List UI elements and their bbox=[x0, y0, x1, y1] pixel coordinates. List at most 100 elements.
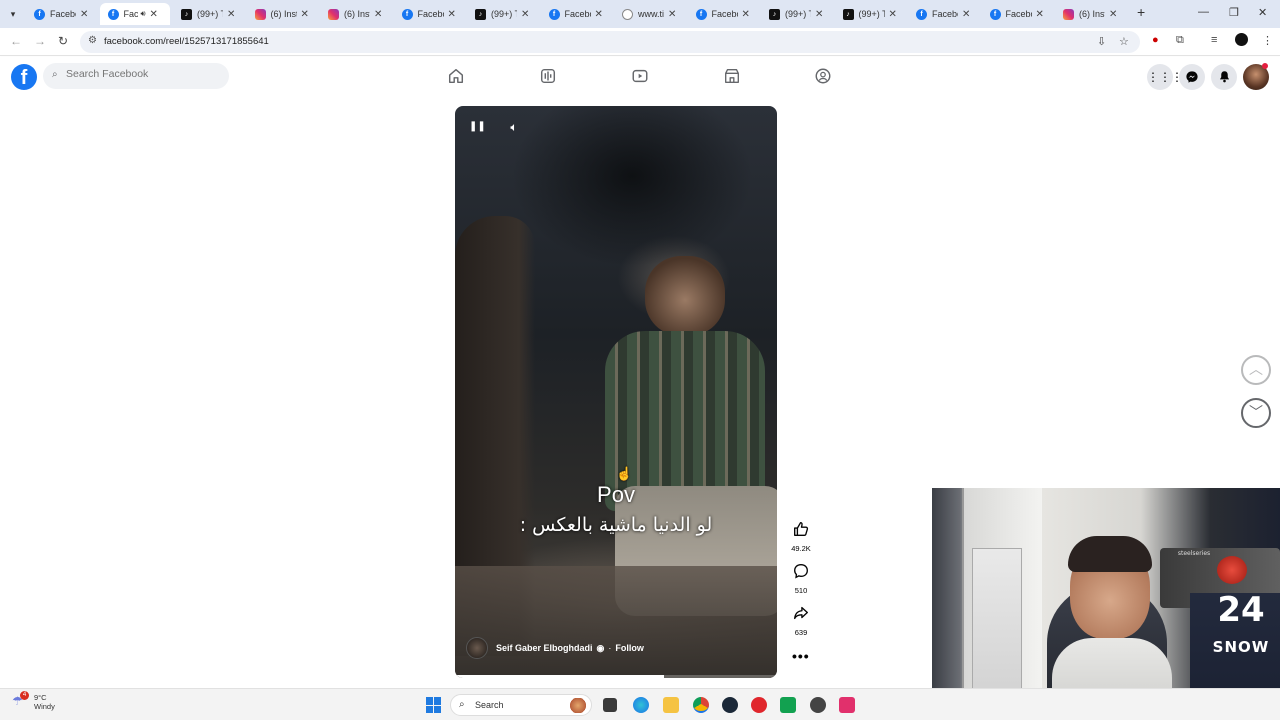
close-tab-icon[interactable]: ✕ bbox=[1109, 9, 1117, 20]
close-tab-icon[interactable]: ✕ bbox=[668, 9, 676, 20]
tab-search-icon[interactable]: ▾ bbox=[5, 6, 21, 22]
notifications-icon[interactable] bbox=[1211, 64, 1237, 90]
like-count: 49.2K bbox=[791, 544, 811, 553]
home-icon[interactable] bbox=[447, 67, 465, 85]
facebook-search[interactable]: ⌕ bbox=[43, 63, 229, 89]
close-tab-icon[interactable]: ✕ bbox=[227, 9, 235, 20]
weather-icon: ☂ 4 bbox=[12, 691, 29, 710]
file-explorer-icon[interactable] bbox=[663, 697, 679, 713]
forward-icon[interactable]: → bbox=[34, 34, 46, 48]
taskbar-search[interactable]: ⌕ Search bbox=[450, 694, 592, 716]
browser-tab[interactable]: (6) Instagram ✕ bbox=[247, 3, 317, 25]
pause-icon[interactable]: ❚❚ bbox=[469, 120, 486, 134]
pink-app-icon[interactable] bbox=[839, 697, 855, 713]
new-tab-button[interactable]: + bbox=[1137, 4, 1145, 20]
chrome-profile-icon[interactable] bbox=[1235, 33, 1248, 46]
tab-audio-icon[interactable]: 🔊︎ bbox=[141, 9, 146, 19]
close-tab-icon[interactable]: ✕ bbox=[150, 9, 158, 20]
address-bar[interactable]: ⚙ facebook.com/reel/1525713171855641 ⇩ ☆ bbox=[80, 31, 1140, 53]
task-view-icon[interactable] bbox=[603, 698, 617, 712]
facebook-logo[interactable]: f bbox=[11, 64, 37, 90]
bookmark-star-icon[interactable]: ☆ bbox=[1119, 35, 1129, 48]
author-name[interactable]: Seif Gaber Elboghdadi bbox=[496, 643, 593, 653]
browser-tab[interactable]: f Facebook ✕ bbox=[908, 3, 978, 25]
close-tab-icon[interactable]: ✕ bbox=[301, 9, 309, 20]
media-controls-icon[interactable]: ≡ bbox=[1211, 34, 1217, 46]
reload-icon[interactable]: ↻ bbox=[58, 34, 68, 48]
edge-icon[interactable] bbox=[633, 697, 649, 713]
close-tab-icon[interactable]: ✕ bbox=[1036, 9, 1044, 20]
chrome-icon[interactable] bbox=[693, 697, 709, 713]
browser-tab[interactable]: ♪ (99+) TikTok ✕ bbox=[835, 3, 905, 25]
like-button[interactable]: 49.2K bbox=[787, 520, 815, 553]
follow-button[interactable]: Follow bbox=[615, 643, 644, 653]
windows-start-icon[interactable] bbox=[426, 697, 442, 713]
reel-progress-bar[interactable] bbox=[455, 675, 777, 678]
green-app-icon[interactable] bbox=[780, 697, 796, 713]
extensions-puzzle-icon[interactable]: ⧉ bbox=[1176, 34, 1184, 47]
extension-icon[interactable]: ● bbox=[1152, 34, 1159, 46]
browser-tab[interactable]: ♪ (99+) TikTok ✕ bbox=[467, 3, 537, 25]
install-app-icon[interactable]: ⇩ bbox=[1097, 35, 1106, 48]
reel-author: Seif Gaber Elboghdadi ◉ · Follow bbox=[466, 636, 644, 660]
obs-icon[interactable] bbox=[810, 697, 826, 713]
minimize-icon[interactable]: — bbox=[1198, 6, 1209, 18]
browser-tab[interactable]: f Facebook ✕ bbox=[26, 3, 96, 25]
browser-toolbar: ← → ↻ ⚙ facebook.com/reel/15257131718556… bbox=[0, 28, 1280, 56]
globe-icon: ◉ bbox=[596, 642, 605, 653]
globe-icon bbox=[622, 8, 633, 20]
volume-icon[interactable]: 🔈︎ bbox=[507, 120, 521, 134]
messenger-icon[interactable] bbox=[1179, 64, 1205, 90]
tab-title: (99+) TikTok bbox=[858, 9, 885, 19]
media-app-icon[interactable] bbox=[751, 697, 767, 713]
more-options-icon[interactable]: ••• bbox=[792, 648, 810, 664]
site-info-icon[interactable]: ⚙ bbox=[88, 35, 97, 46]
browser-tab[interactable]: ♪ (99+) TikTok ✕ bbox=[173, 3, 243, 25]
steam-icon[interactable] bbox=[722, 697, 738, 713]
browser-tab[interactable]: (6) Instagram ✕ bbox=[320, 3, 390, 25]
tiktok-icon: ♪ bbox=[475, 8, 486, 20]
chrome-menu-icon[interactable]: ⋮ bbox=[1262, 34, 1273, 47]
url-text[interactable]: facebook.com/reel/1525713171855641 bbox=[104, 36, 269, 47]
menu-grid-icon[interactable]: ⋮⋮⋮ bbox=[1147, 64, 1183, 90]
watch-icon[interactable] bbox=[631, 67, 649, 85]
browser-tab[interactable]: f Facebook ✕ bbox=[394, 3, 464, 25]
reels-icon[interactable] bbox=[539, 67, 557, 85]
groups-icon[interactable] bbox=[814, 67, 832, 85]
close-tab-icon[interactable]: ✕ bbox=[521, 9, 529, 20]
windows-taskbar: ☂ 4 9°C Windy ⌕ Search bbox=[0, 688, 1280, 720]
close-tab-icon[interactable]: ✕ bbox=[962, 9, 970, 20]
comment-button[interactable]: 510 bbox=[787, 562, 815, 595]
browser-tab[interactable]: f Facebook🔊︎ ✕ bbox=[99, 3, 170, 25]
close-tab-icon[interactable]: ✕ bbox=[374, 9, 382, 20]
comment-icon bbox=[794, 564, 808, 579]
next-reel-button[interactable]: ﹀ bbox=[1241, 398, 1271, 428]
instagram-icon bbox=[328, 8, 339, 20]
close-tab-icon[interactable]: ✕ bbox=[80, 9, 88, 20]
reel-video-player[interactable]: ❚❚ 🔈︎ Pov لو الدنيا ماشية بالعكس : Seif … bbox=[455, 106, 777, 678]
share-button[interactable]: 639 bbox=[787, 604, 815, 637]
reel-progress-fill bbox=[455, 675, 665, 678]
marketplace-icon[interactable] bbox=[723, 67, 741, 85]
browser-tab[interactable]: f Facebook ✕ bbox=[688, 3, 758, 25]
tab-title: Facebook bbox=[564, 9, 591, 19]
browser-tab[interactable]: f Facebook ✕ bbox=[541, 3, 611, 25]
browser-tab[interactable]: www.ti ✕ bbox=[614, 3, 684, 25]
facebook-header: f ⌕ ⋮⋮⋮ bbox=[0, 57, 1280, 96]
close-tab-icon[interactable]: ✕ bbox=[742, 9, 750, 20]
previous-reel-button[interactable]: ︿ bbox=[1241, 355, 1271, 385]
close-tab-icon[interactable]: ✕ bbox=[815, 9, 823, 20]
weather-widget[interactable]: ☂ 4 9°C Windy bbox=[12, 691, 55, 711]
browser-tab[interactable]: f Facebook ✕ bbox=[982, 3, 1052, 25]
restore-icon[interactable]: ❐ bbox=[1229, 6, 1239, 19]
browser-tab[interactable]: ♪ (99+) TikTok ✕ bbox=[761, 3, 831, 25]
search-input[interactable] bbox=[66, 68, 216, 80]
close-window-icon[interactable]: ✕ bbox=[1258, 6, 1267, 19]
author-avatar[interactable] bbox=[466, 637, 488, 659]
close-tab-icon[interactable]: ✕ bbox=[448, 9, 456, 20]
close-tab-icon[interactable]: ✕ bbox=[889, 9, 897, 20]
reel-caption-line2: لو الدنيا ماشية بالعكس : bbox=[519, 514, 713, 536]
close-tab-icon[interactable]: ✕ bbox=[595, 9, 603, 20]
back-icon[interactable]: ← bbox=[10, 34, 22, 48]
browser-tab[interactable]: (6) Instagram ✕ bbox=[1055, 3, 1125, 25]
